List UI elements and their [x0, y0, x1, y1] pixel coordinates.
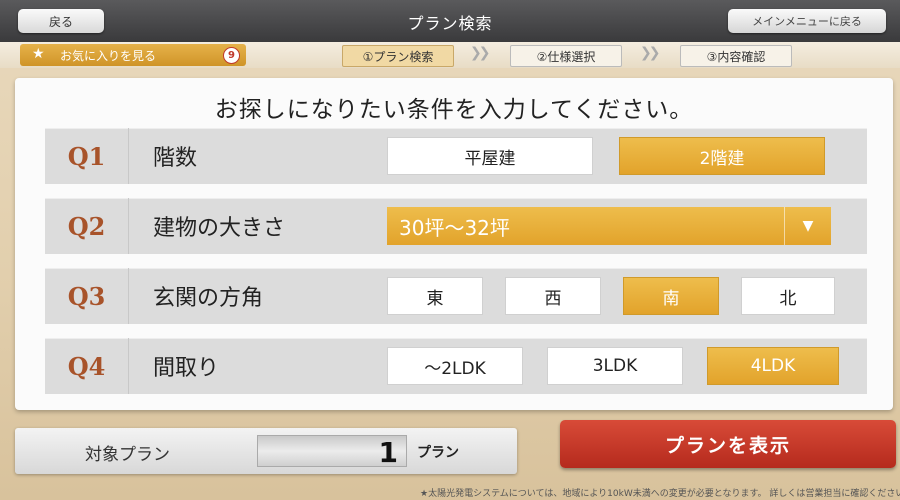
- instruction-heading: お探しになりたい条件を入力してください。: [214, 97, 694, 123]
- target-plans-label: 対象プラン: [85, 445, 170, 465]
- option-north[interactable]: 北: [741, 277, 835, 315]
- question-number: Q3: [45, 268, 129, 324]
- question-label: 間取り: [153, 356, 220, 381]
- target-plans-box: 対象プラン 1 プラン: [15, 428, 517, 474]
- question-number: Q1: [45, 128, 129, 184]
- question-label: 建物の大きさ: [153, 216, 286, 241]
- search-panel: お探しになりたい条件を入力してください。 Q1 階数 平屋建 2階建 Q2 建物…: [15, 78, 893, 410]
- favorites-label: お気に入りを見る: [60, 48, 157, 63]
- top-bar: 戻る プラン検索 メインメニューに戻る: [0, 0, 900, 42]
- question-label: 階数: [153, 146, 198, 171]
- question-number: Q4: [45, 338, 129, 394]
- double-chevron-right-icon: ❯❯: [470, 45, 491, 61]
- option-east[interactable]: 東: [387, 277, 483, 315]
- main-menu-button[interactable]: メインメニューに戻る: [728, 9, 886, 33]
- size-select-value: 30坪〜32坪: [399, 215, 510, 240]
- question-row-floors: Q1 階数 平屋建 2階建: [45, 128, 867, 184]
- size-select[interactable]: 30坪〜32坪 ▼: [387, 207, 831, 245]
- star-icon: ★: [32, 46, 45, 62]
- triangle-down-icon: ▼: [784, 207, 831, 245]
- footnote: ★太陽光発電システムについては、地域により10kW未満への変更が必要となります。…: [420, 489, 900, 499]
- plan-count-unit: プラン: [417, 445, 459, 461]
- option-2ldk[interactable]: 〜2LDK: [387, 347, 523, 385]
- show-plans-button[interactable]: プランを表示: [560, 420, 896, 468]
- plan-count: 1: [378, 436, 398, 469]
- option-4ldk[interactable]: 4LDK: [707, 347, 839, 385]
- step-bar: ★ お気に入りを見る 9 ①プラン検索 ❯❯ ②仕様選択 ❯❯ ③内容確認: [0, 42, 900, 68]
- question-row-entrance: Q3 玄関の方角 東 西 南 北: [45, 268, 867, 324]
- plan-count-display: 1: [257, 435, 407, 469]
- question-row-layout: Q4 間取り 〜2LDK 3LDK 4LDK: [45, 338, 867, 394]
- question-number: Q2: [45, 198, 129, 254]
- step-confirm: ③内容確認: [680, 45, 792, 67]
- question-label: 玄関の方角: [153, 286, 264, 311]
- option-south[interactable]: 南: [623, 277, 719, 315]
- double-chevron-right-icon: ❯❯: [640, 45, 661, 61]
- option-single-story[interactable]: 平屋建: [387, 137, 593, 175]
- step-plan-search: ①プラン検索: [342, 45, 454, 67]
- step-spec-select: ②仕様選択: [510, 45, 622, 67]
- favorites-count-badge: 9: [223, 47, 240, 64]
- option-two-story[interactable]: 2階建: [619, 137, 825, 175]
- option-west[interactable]: 西: [505, 277, 601, 315]
- question-row-size: Q2 建物の大きさ 30坪〜32坪 ▼: [45, 198, 867, 254]
- option-3ldk[interactable]: 3LDK: [547, 347, 683, 385]
- favorites-button[interactable]: ★ お気に入りを見る 9: [20, 44, 246, 66]
